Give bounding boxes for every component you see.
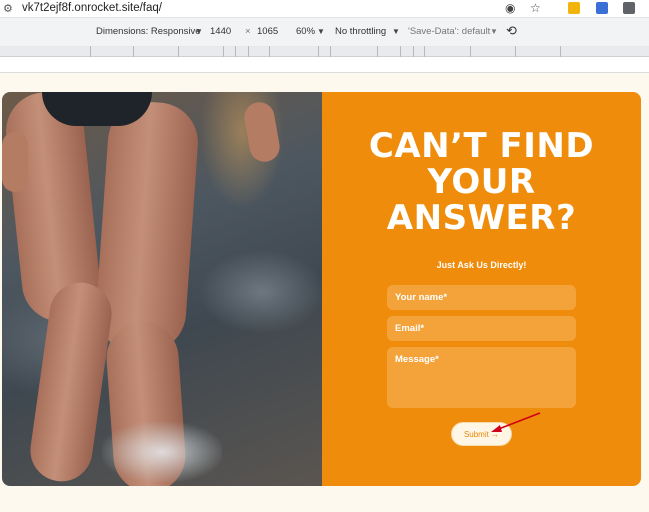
media-query-ruler[interactable] (0, 46, 649, 57)
chevron-down-icon: ▼ (392, 27, 400, 36)
device-toolbar: Dimensions: Responsive ▼ 1440 × 1065 60%… (0, 18, 649, 46)
cta-heading-line: YOUR (427, 162, 536, 202)
url-text[interactable]: vk7t2ejf8f.onrocket.site/faq/ (22, 2, 162, 14)
chevron-down-icon: ▼ (317, 27, 325, 36)
cta-heading-line: ANSWER? (386, 198, 577, 238)
hide-eye-icon[interactable]: ◉ (505, 1, 515, 15)
hero-photo (2, 92, 322, 486)
cta-heading-line: CAN’T FIND (368, 126, 595, 166)
photo-swimsuit (42, 92, 152, 126)
site-settings-icon[interactable]: ⚙ (3, 2, 13, 15)
width-input[interactable]: 1440 (210, 26, 231, 37)
submit-button[interactable]: Submit → (451, 422, 512, 446)
photo-splash (102, 422, 222, 482)
photo-hand (242, 99, 282, 165)
photo-hand (2, 132, 28, 192)
email-field[interactable]: Email* (387, 316, 576, 341)
contact-panel: CAN’T FIND YOUR ANSWER? Just Ask Us Dire… (322, 92, 641, 486)
browser-address-bar: ⚙ vk7t2ejf8f.onrocket.site/faq/ ◉ ☆ (0, 0, 649, 18)
extension-icon[interactable] (596, 2, 608, 14)
email-placeholder: Email* (395, 323, 425, 334)
message-placeholder: Message* (395, 354, 439, 365)
save-data-select[interactable]: 'Save-Data': default (408, 26, 490, 37)
chevron-down-icon: ▼ (195, 27, 203, 36)
extension-icon[interactable] (568, 2, 580, 14)
throttling-select[interactable]: No throttling (335, 26, 386, 37)
rotate-icon[interactable]: ⟲ (506, 23, 517, 39)
name-placeholder: Your name* (395, 292, 448, 303)
times-symbol: × (245, 26, 251, 37)
height-input[interactable]: 1065 (257, 26, 278, 37)
zoom-select[interactable]: 60% (296, 26, 315, 37)
extension-icon[interactable] (623, 2, 635, 14)
dimensions-select[interactable]: Dimensions: Responsive (96, 26, 201, 37)
cta-subheading: Just Ask Us Directly! (436, 260, 527, 270)
cta-heading: CAN’T FIND YOUR ANSWER? (322, 128, 641, 236)
viewport-top-strip (0, 57, 649, 73)
bookmark-star-icon[interactable]: ☆ (530, 1, 541, 15)
name-field[interactable]: Your name* (387, 285, 576, 310)
page-content: CAN’T FIND YOUR ANSWER? Just Ask Us Dire… (0, 73, 649, 512)
message-field[interactable]: Message* (387, 347, 576, 408)
chevron-down-icon: ▼ (490, 27, 498, 36)
